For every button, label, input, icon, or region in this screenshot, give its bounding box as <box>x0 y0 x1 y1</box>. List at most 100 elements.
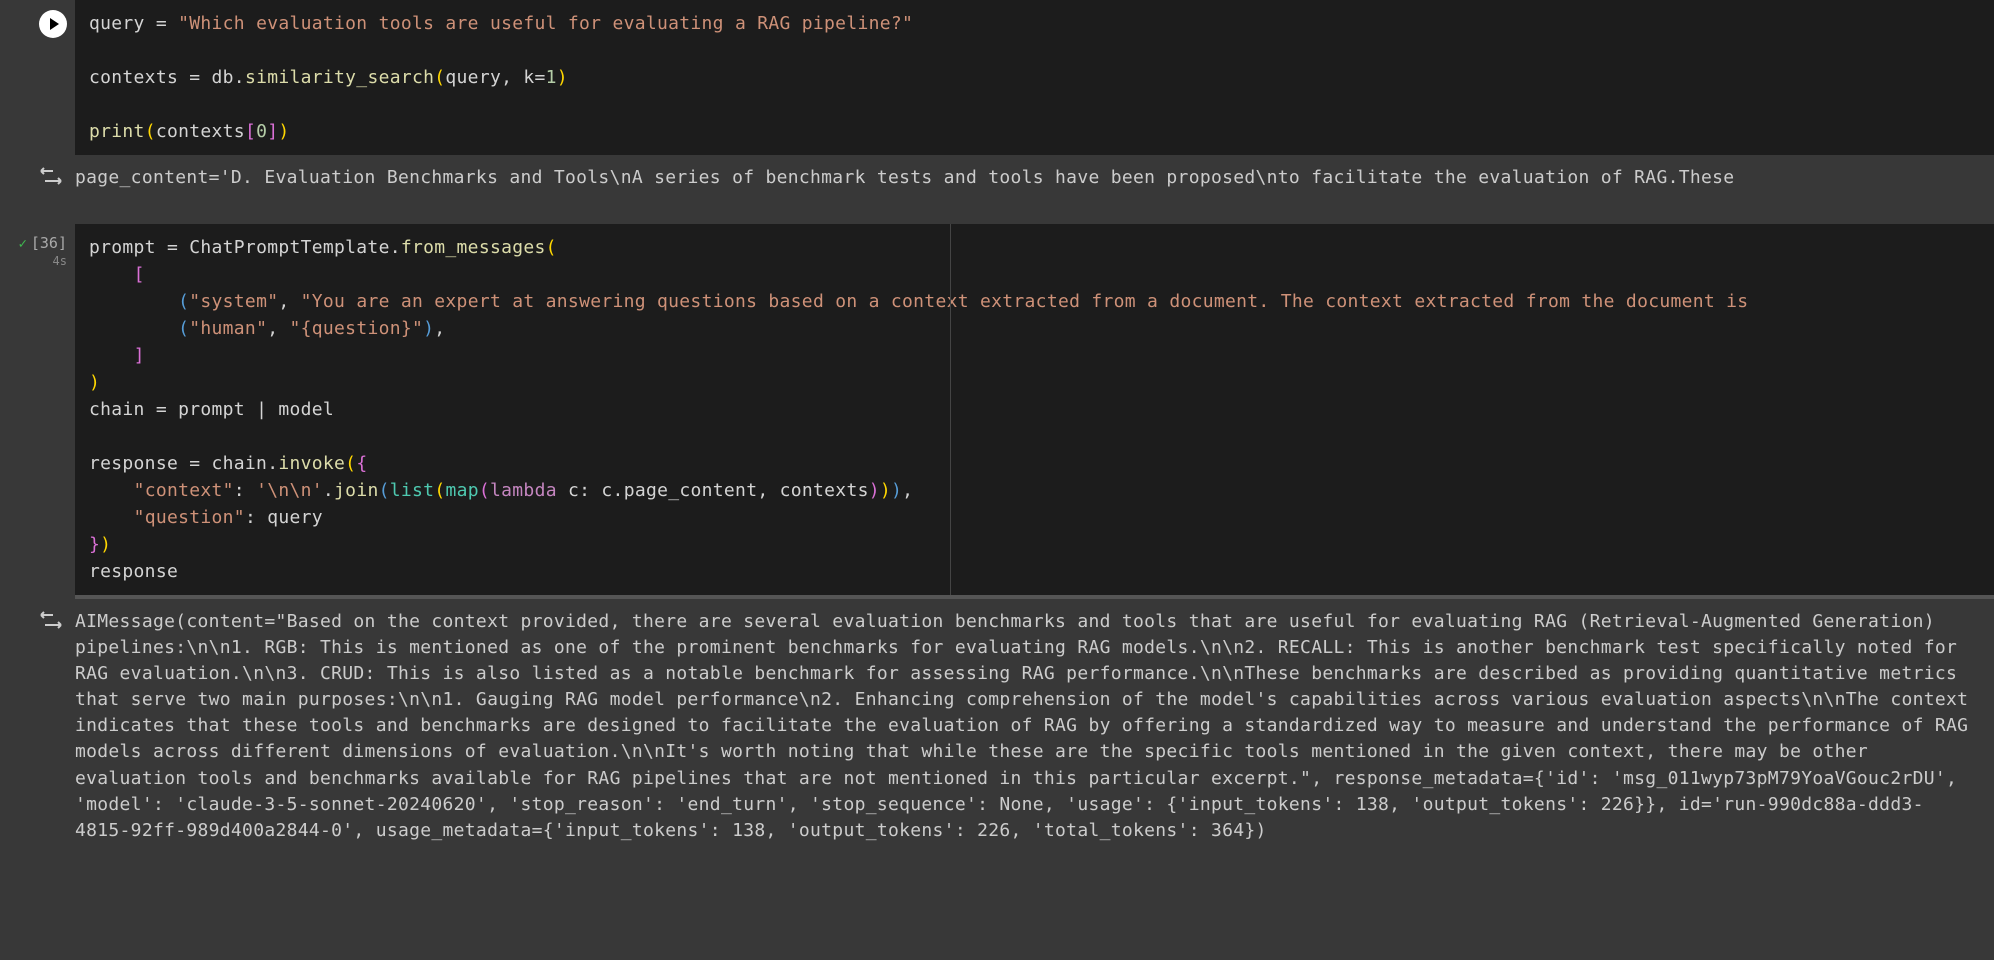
code-token: chain <box>200 453 267 474</box>
code-token: , contexts <box>757 480 868 501</box>
code-token: invoke <box>278 453 345 474</box>
code-token: model <box>267 399 334 420</box>
code-token: "{question}" <box>290 318 424 339</box>
code-token <box>89 345 134 366</box>
code-token: [ <box>245 121 256 142</box>
code-token: from_messages <box>401 237 546 258</box>
code-token <box>89 507 134 528</box>
code-token: prompt <box>89 237 167 258</box>
output-gutter <box>0 165 75 192</box>
code-token: 1 <box>546 67 557 88</box>
output-flow-icon <box>39 611 63 636</box>
code-editor[interactable]: prompt = ChatPromptTemplate.from_message… <box>75 224 1994 599</box>
code-token: ChatPromptTemplate <box>178 237 390 258</box>
code-token: ) <box>278 121 289 142</box>
code-token: "You are an expert at answering question… <box>301 291 1749 312</box>
code-token: ) <box>100 534 111 555</box>
code-token: ( <box>434 67 445 88</box>
column-ruler <box>950 224 951 595</box>
code-token: print <box>89 121 145 142</box>
code-token: { <box>356 453 367 474</box>
code-cell-2: ✓ [36] 4s prompt = ChatPromptTemplate.fr… <box>0 224 1994 599</box>
code-token: ) <box>880 480 891 501</box>
code-token: ( <box>178 291 189 312</box>
code-token <box>89 480 134 501</box>
code-token: ) <box>423 318 434 339</box>
code-token: ] <box>134 345 145 366</box>
code-token: ) <box>89 372 100 393</box>
check-icon: ✓ <box>18 236 26 252</box>
code-token: } <box>89 534 100 555</box>
code-token: , <box>278 291 300 312</box>
cell-output-2: AIMessage(content="Based on the context … <box>0 603 1994 850</box>
code-token: ( <box>178 318 189 339</box>
execution-count: [36] <box>31 234 67 252</box>
code-token: lambda <box>490 480 557 501</box>
code-token: , <box>902 480 913 501</box>
code-token: . <box>323 480 334 501</box>
code-token: : <box>579 480 590 501</box>
code-token: | <box>256 399 267 420</box>
code-token: = <box>189 67 200 88</box>
code-token: = <box>167 237 178 258</box>
code-token <box>89 264 134 285</box>
execution-time: 4s <box>53 254 67 268</box>
code-token: . <box>234 67 245 88</box>
code-token: : query <box>245 507 323 528</box>
code-token: = <box>535 67 546 88</box>
code-token <box>89 291 178 312</box>
code-token: prompt <box>167 399 256 420</box>
code-token: '\n\n' <box>256 480 323 501</box>
code-token: "question" <box>134 507 245 528</box>
run-cell-button[interactable] <box>39 10 67 38</box>
code-token: chain <box>89 399 156 420</box>
code-token: ) <box>891 480 902 501</box>
code-token: map <box>445 480 478 501</box>
code-token: . <box>390 237 401 258</box>
code-token: "system" <box>189 291 278 312</box>
code-token <box>89 318 178 339</box>
code-token: query <box>89 13 145 34</box>
code-token: "human" <box>189 318 267 339</box>
code-token: "context" <box>134 480 234 501</box>
output-text[interactable]: AIMessage(content="Based on the context … <box>75 609 1994 844</box>
output-flow-icon <box>39 167 63 192</box>
code-token: . <box>267 453 278 474</box>
code-token: ( <box>546 237 557 258</box>
code-token: response <box>89 453 189 474</box>
code-token: contexts <box>156 121 245 142</box>
code-token: c <box>557 480 579 501</box>
code-token: contexts <box>89 67 189 88</box>
code-token: ) <box>557 67 568 88</box>
code-token: : <box>234 480 256 501</box>
code-token: = <box>189 453 200 474</box>
code-token: response <box>89 561 178 582</box>
code-token: , k <box>501 67 534 88</box>
play-icon <box>50 18 59 30</box>
code-token: ( <box>479 480 490 501</box>
output-gutter <box>0 609 75 844</box>
code-token: query <box>445 67 501 88</box>
code-token: ( <box>434 480 445 501</box>
code-token: c <box>590 480 612 501</box>
code-token: . <box>613 480 624 501</box>
code-token: "Which evaluation tools are useful for e… <box>178 13 913 34</box>
output-text[interactable]: page_content='D. Evaluation Benchmarks a… <box>75 165 1994 192</box>
code-token: , <box>434 318 445 339</box>
code-token: join <box>334 480 379 501</box>
code-token: = <box>156 399 167 420</box>
code-editor[interactable]: query = "Which evaluation tools are usef… <box>75 0 1994 155</box>
code-token: [ <box>134 264 145 285</box>
code-token: 0 <box>256 121 267 142</box>
code-token: ( <box>145 121 156 142</box>
cell-output-1: page_content='D. Evaluation Benchmarks a… <box>0 159 1994 198</box>
code-token: ( <box>345 453 356 474</box>
code-token: db <box>200 67 233 88</box>
cell-spacer <box>0 198 1994 224</box>
code-token: page_content <box>624 480 758 501</box>
code-token: list <box>390 480 435 501</box>
code-token: ( <box>379 480 390 501</box>
code-token: similarity_search <box>245 67 434 88</box>
code-token: ) <box>869 480 880 501</box>
code-token: ] <box>267 121 278 142</box>
